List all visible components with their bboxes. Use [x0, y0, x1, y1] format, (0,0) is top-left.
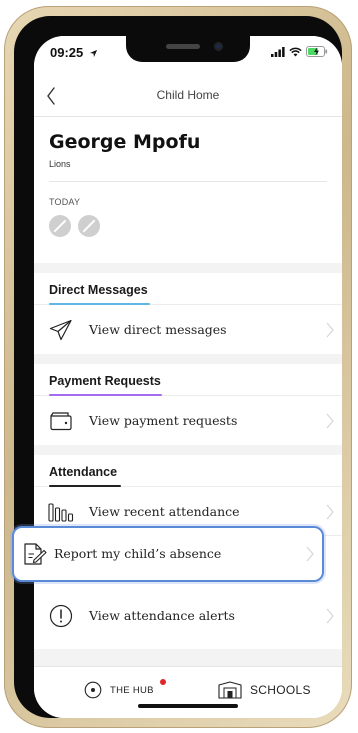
chevron-right-icon	[326, 322, 334, 338]
location-arrow-icon	[89, 49, 97, 58]
slash-circle-icon	[78, 215, 100, 237]
signal-bars-icon	[271, 46, 285, 57]
view-direct-messages-row[interactable]: View direct messages	[34, 306, 342, 354]
tab-schools[interactable]: SCHOOLS	[218, 681, 311, 699]
hub-circle-icon	[84, 681, 102, 699]
card-divider	[49, 181, 327, 182]
today-label: TODAY	[49, 197, 81, 207]
navigation-bar: Child Home	[34, 76, 342, 117]
page-title: Child Home	[156, 88, 220, 102]
section-accent-underline	[49, 394, 162, 396]
section-header-payment-requests: Payment Requests	[49, 374, 161, 388]
front-camera	[214, 42, 223, 51]
child-card: George Mpofu Lions TODAY	[34, 117, 342, 263]
payment-requests-section: Payment Requests View payment requests	[34, 364, 342, 445]
battery-charging-icon	[306, 46, 328, 57]
chevron-right-icon	[326, 413, 334, 429]
chevron-right-icon	[306, 546, 314, 562]
chevron-right-icon	[326, 608, 334, 624]
status-icons	[271, 46, 328, 57]
report-child-absence-row[interactable]: Report my child’s absence	[12, 526, 324, 582]
tab-the-hub[interactable]: THE HUB	[84, 681, 154, 699]
home-indicator	[138, 704, 238, 708]
view-payment-requests-row[interactable]: View payment requests	[34, 397, 342, 445]
status-time-text: 09:25	[50, 45, 84, 60]
tab-bar: THE HUB SCHOOLS	[34, 666, 342, 718]
section-accent-underline	[49, 485, 121, 487]
report-document-icon	[22, 542, 48, 566]
speaker-grille	[166, 44, 200, 49]
school-building-icon	[218, 681, 242, 699]
today-indicators	[49, 215, 100, 237]
direct-messages-section: Direct Messages View direct messages	[34, 273, 342, 354]
row-label: Report my child’s absence	[54, 546, 222, 561]
section-header-attendance: Attendance	[49, 465, 118, 479]
child-name: George Mpofu	[49, 131, 201, 153]
section-accent-underline	[49, 303, 150, 305]
hub-notification-dot	[160, 679, 166, 685]
status-time: 09:25	[50, 45, 98, 60]
section-header-direct-messages: Direct Messages	[49, 283, 148, 297]
wallet-icon	[48, 409, 74, 433]
bar-chart-icon	[48, 500, 74, 524]
child-group: Lions	[49, 159, 71, 169]
slash-circle-icon	[49, 215, 71, 237]
tab-label-the-hub: THE HUB	[110, 684, 154, 696]
phone-bezel: 09:25 Child Home George Mpofu Lions TODA…	[14, 16, 342, 718]
paper-plane-icon	[48, 318, 74, 342]
wifi-icon	[289, 47, 302, 56]
row-label: View direct messages	[89, 322, 227, 337]
phone-screen: 09:25 Child Home George Mpofu Lions TODA…	[34, 36, 342, 718]
row-label: View attendance alerts	[89, 608, 235, 623]
alert-circle-icon	[48, 604, 74, 628]
chevron-right-icon	[326, 504, 334, 520]
row-label: View recent attendance	[89, 504, 240, 519]
phone-notch	[126, 36, 250, 62]
phone-frame: 09:25 Child Home George Mpofu Lions TODA…	[4, 6, 352, 728]
row-label: View payment requests	[89, 413, 238, 428]
view-attendance-alerts-row[interactable]: View attendance alerts	[34, 592, 342, 640]
tab-label-schools: SCHOOLS	[250, 683, 311, 697]
